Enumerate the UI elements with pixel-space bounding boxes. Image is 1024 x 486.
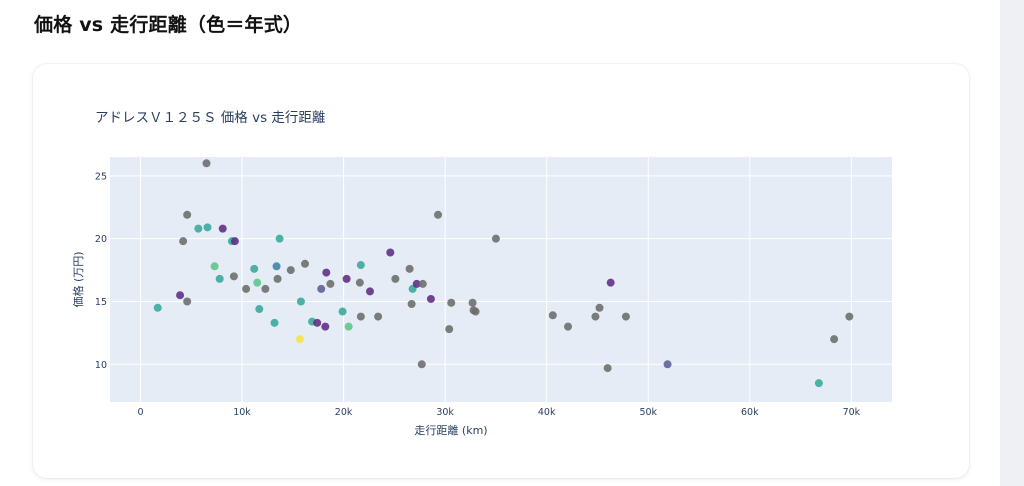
data-point[interactable]: [296, 297, 305, 306]
data-point[interactable]: [365, 287, 374, 296]
data-point[interactable]: [426, 294, 435, 303]
y-tick-label: 20: [95, 234, 107, 245]
data-point[interactable]: [621, 312, 630, 321]
data-point[interactable]: [407, 300, 416, 308]
x-axis-title: 走行距離 (km): [414, 423, 487, 437]
data-point[interactable]: [405, 264, 414, 273]
data-point[interactable]: [355, 278, 364, 287]
data-point[interactable]: [471, 307, 480, 316]
data-point[interactable]: [830, 335, 839, 344]
data-point[interactable]: [391, 274, 400, 283]
scrollbar-track[interactable]: [1000, 0, 1024, 486]
plot-area[interactable]: [110, 157, 892, 402]
data-point[interactable]: [344, 322, 353, 331]
data-point[interactable]: [595, 303, 604, 312]
data-point[interactable]: [183, 210, 192, 219]
data-point[interactable]: [845, 312, 854, 321]
data-point[interactable]: [210, 262, 219, 271]
page: 価格 vs 走行距離（色＝年式） アドレスＶ１２５Ｓ 価格 vs 走行距離 01…: [0, 0, 1000, 486]
data-point[interactable]: [606, 278, 615, 287]
data-point[interactable]: [591, 312, 600, 321]
data-point[interactable]: [313, 318, 322, 327]
data-point[interactable]: [215, 274, 224, 283]
data-point[interactable]: [434, 210, 443, 219]
data-point[interactable]: [418, 279, 427, 288]
data-point[interactable]: [321, 322, 330, 331]
data-point[interactable]: [202, 159, 211, 168]
data-point[interactable]: [468, 298, 477, 307]
scatter-plot[interactable]: 0 10k 20k 30k 40k 50k 60k 70k 10 15 20 25 走行距離 (km…: [0, 0, 1000, 486]
data-point[interactable]: [342, 274, 351, 283]
data-point[interactable]: [417, 360, 426, 369]
y-tick-labels: 10 15 20 25: [95, 171, 107, 370]
data-point[interactable]: [356, 312, 365, 321]
data-point[interactable]: [814, 379, 823, 388]
data-point[interactable]: [179, 237, 188, 246]
data-point[interactable]: [242, 284, 251, 293]
data-point[interactable]: [229, 272, 238, 281]
data-point[interactable]: [272, 262, 281, 271]
y-tick-label: 10: [95, 360, 107, 371]
y-tick-label: 15: [95, 297, 107, 308]
data-point[interactable]: [447, 298, 456, 307]
y-axis-title: 価格 (万円): [71, 251, 85, 307]
data-point[interactable]: [270, 318, 279, 327]
data-point[interactable]: [261, 284, 270, 293]
x-tick-label: 50k: [639, 407, 657, 418]
data-point[interactable]: [356, 261, 365, 270]
data-point[interactable]: [275, 234, 284, 243]
data-point[interactable]: [295, 335, 304, 344]
data-point[interactable]: [218, 224, 227, 233]
data-point[interactable]: [564, 322, 573, 331]
x-tick-label: 60k: [741, 407, 759, 418]
x-tick-label: 70k: [843, 407, 861, 418]
data-point[interactable]: [663, 360, 672, 369]
data-point[interactable]: [183, 297, 192, 306]
data-point[interactable]: [300, 259, 309, 268]
x-tick-label: 30k: [436, 407, 454, 418]
data-point[interactable]: [176, 291, 185, 300]
data-point[interactable]: [255, 305, 264, 314]
data-point[interactable]: [326, 279, 335, 288]
data-point[interactable]: [194, 224, 203, 233]
data-point[interactable]: [250, 264, 259, 273]
x-tick-label: 0: [137, 407, 143, 418]
data-point[interactable]: [374, 312, 383, 321]
data-point[interactable]: [317, 284, 326, 293]
data-point[interactable]: [603, 364, 612, 373]
x-tick-label: 20k: [335, 407, 353, 418]
data-point[interactable]: [253, 278, 262, 287]
x-tick-labels: 0 10k 20k 30k 40k 50k 60k 70k: [137, 407, 860, 418]
data-point[interactable]: [153, 303, 162, 312]
data-point[interactable]: [203, 223, 212, 232]
x-tick-label: 10k: [233, 407, 251, 418]
data-point[interactable]: [322, 268, 331, 277]
data-point[interactable]: [548, 311, 557, 320]
data-point[interactable]: [491, 234, 500, 243]
data-point[interactable]: [386, 248, 395, 257]
y-tick-label: 25: [95, 171, 107, 182]
data-point[interactable]: [338, 307, 347, 316]
x-tick-label: 40k: [538, 407, 556, 418]
data-point[interactable]: [286, 266, 295, 275]
data-point[interactable]: [230, 237, 239, 246]
data-point[interactable]: [273, 274, 282, 283]
data-point[interactable]: [445, 325, 454, 334]
